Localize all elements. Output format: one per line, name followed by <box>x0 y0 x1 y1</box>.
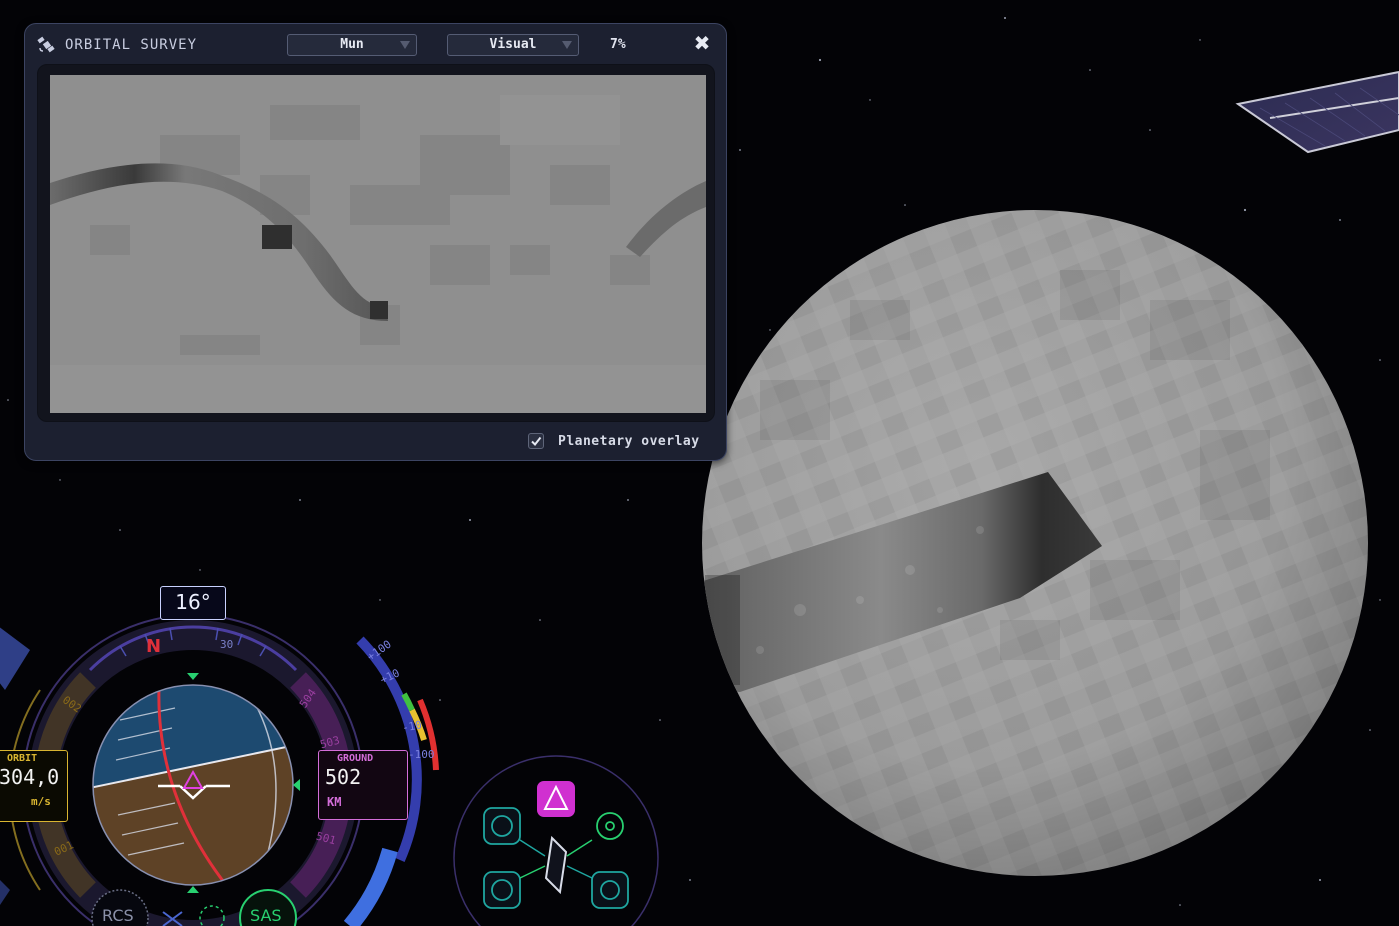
mode-select[interactable]: Visual <box>447 34 579 56</box>
altitude-value: 502 <box>325 765 362 789</box>
check-icon <box>531 436 542 447</box>
attitude-indicator <box>93 685 293 885</box>
body-select-value: Mun <box>340 37 364 52</box>
satellite-icon <box>37 36 57 54</box>
ground-altitude-readout[interactable]: GROUND 502 KM <box>318 750 408 820</box>
sas-label: SAS <box>250 906 282 925</box>
hud-graphics <box>0 614 659 926</box>
altitude-unit: KM <box>327 795 342 809</box>
survey-map[interactable] <box>50 75 706 413</box>
sas-mode-pad[interactable] <box>453 755 659 926</box>
flight-hud: 16° N 30 +100 +10 -10 -100 504 503 501 0… <box>0 560 700 926</box>
compass-north: N <box>146 636 162 657</box>
survey-map-frame <box>37 64 715 422</box>
overlay-checkbox[interactable] <box>528 433 544 449</box>
orbit-label: ORBIT <box>7 753 38 764</box>
chevron-down-icon <box>562 41 572 49</box>
chevron-down-icon <box>400 41 410 49</box>
orbit-value: 304,0 <box>0 765 60 789</box>
vspeed-tick: -100 <box>408 748 435 761</box>
rcs-label: RCS <box>102 906 134 925</box>
overlay-label: Planetary overlay <box>558 434 700 449</box>
body-select[interactable]: Mun <box>287 34 417 56</box>
compass-tick: 30 <box>220 638 234 651</box>
window-title: ORBITAL SURVEY <box>65 37 198 53</box>
orbital-survey-window[interactable]: ORBITAL SURVEY Mun Visual 7% ✖ Planetary… <box>24 23 727 461</box>
ground-label: GROUND <box>337 753 374 764</box>
satellite-solar-panel <box>1235 70 1399 154</box>
survey-progress: 7% <box>610 37 626 52</box>
window-titlebar[interactable]: ORBITAL SURVEY Mun Visual 7% ✖ <box>25 24 726 66</box>
orbit-unit: m/s <box>31 795 51 808</box>
mode-select-value: Visual <box>489 37 537 52</box>
close-icon[interactable]: ✖ <box>692 33 712 53</box>
heading-readout: 16° <box>160 586 226 620</box>
orbit-speed-readout[interactable]: ORBIT 304,0 m/s <box>0 750 68 822</box>
mun-globe <box>702 210 1368 876</box>
